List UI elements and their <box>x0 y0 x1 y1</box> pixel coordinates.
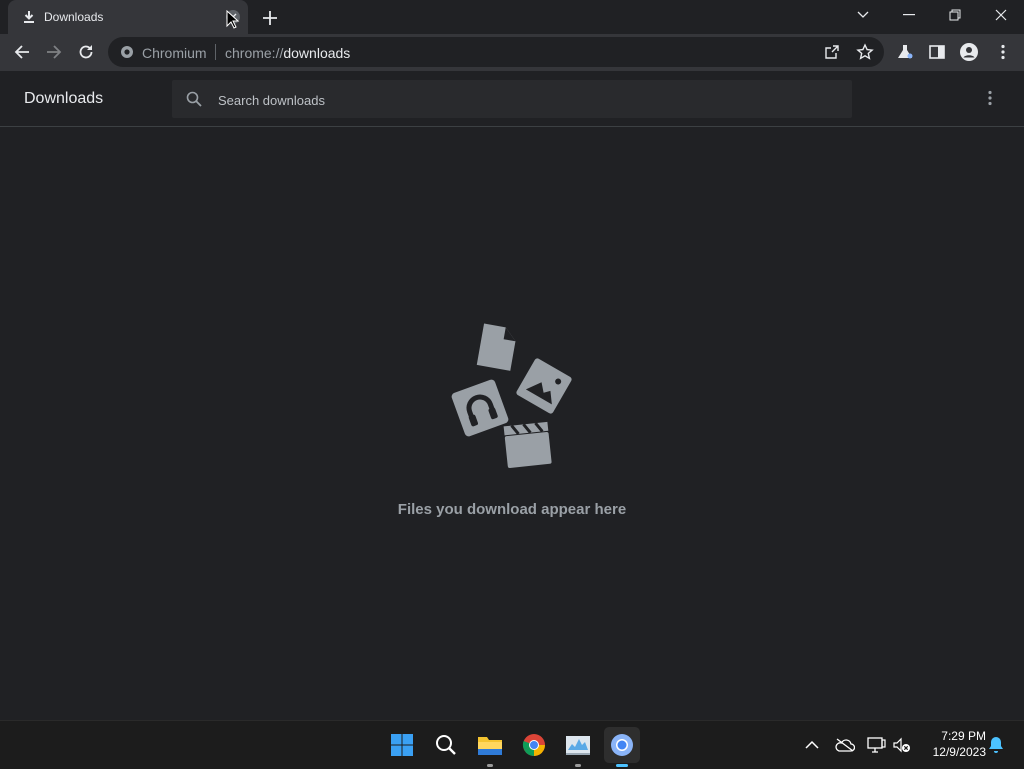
url-text[interactable]: chrome://downloads <box>225 45 350 61</box>
page-title: Downloads <box>24 90 104 107</box>
taskbar-chromium[interactable] <box>604 727 640 767</box>
url-host: downloads <box>283 45 351 61</box>
running-indicator <box>487 764 493 767</box>
empty-downloads-illustration <box>440 318 590 478</box>
side-panel-icon[interactable] <box>928 43 946 61</box>
windows-taskbar: 7:29 PM 12/9/2023 <box>0 720 1024 769</box>
search-downloads-box[interactable] <box>172 80 852 120</box>
restore-button[interactable] <box>932 0 978 30</box>
tab-downloads[interactable]: Downloads <box>8 0 248 34</box>
notification-bell-icon[interactable] <box>986 735 1006 755</box>
new-tab-button[interactable] <box>260 8 280 28</box>
clock-date: 12/9/2023 <box>932 745 986 759</box>
system-clock[interactable]: 7:29 PM 12/9/2023 <box>920 728 986 760</box>
download-icon <box>22 10 36 24</box>
start-button[interactable] <box>384 727 420 763</box>
taskbar-search-button[interactable] <box>428 727 464 763</box>
share-icon[interactable] <box>824 44 840 60</box>
address-separator <box>215 44 216 60</box>
search-icon <box>186 91 202 107</box>
address-bar[interactable]: Chromium chrome://downloads <box>108 37 884 67</box>
resource-monitor-icon <box>566 736 590 755</box>
site-name: Chromium <box>142 45 207 61</box>
video-icon <box>503 421 552 469</box>
close-window-button[interactable] <box>978 0 1024 30</box>
clock-time: 7:29 PM <box>941 729 986 743</box>
back-button[interactable] <box>8 38 36 66</box>
image-icon <box>516 358 572 414</box>
title-bar: Downloads <box>0 0 1024 34</box>
document-icon <box>476 323 516 371</box>
url-scheme: chrome:// <box>225 45 284 61</box>
minimize-button[interactable] <box>886 0 932 30</box>
search-input[interactable] <box>216 80 840 120</box>
onedrive-offline-icon[interactable] <box>835 735 855 755</box>
browser-toolbar: Chromium chrome://downloads <box>0 34 1024 71</box>
running-indicator <box>575 764 581 767</box>
chromium-icon <box>611 734 633 756</box>
volume-muted-icon[interactable] <box>892 735 912 755</box>
forward-button[interactable] <box>40 38 68 66</box>
chrome-icon <box>522 734 545 756</box>
network-icon[interactable] <box>866 735 886 755</box>
audio-icon <box>451 379 509 437</box>
mouse-cursor-icon <box>226 10 240 30</box>
folder-icon <box>478 737 502 755</box>
windows-logo-icon <box>391 734 413 756</box>
tab-title: Downloads <box>44 10 104 24</box>
extension-flask-icon[interactable] <box>896 43 914 61</box>
browser-menu-icon[interactable] <box>994 43 1012 61</box>
tray-overflow-chevron-icon[interactable] <box>802 735 822 755</box>
chromium-site-icon[interactable] <box>120 45 134 59</box>
downloads-header: Downloads <box>0 71 1024 127</box>
downloads-menu-icon[interactable] <box>980 88 1000 108</box>
taskbar-chrome[interactable] <box>516 727 552 763</box>
bookmark-star-icon[interactable] <box>856 43 874 61</box>
tab-search-button[interactable] <box>840 0 886 30</box>
taskbar-file-explorer[interactable] <box>472 727 508 767</box>
active-indicator <box>616 764 628 767</box>
search-icon <box>436 735 456 755</box>
profile-avatar-icon[interactable] <box>960 43 978 61</box>
reload-button[interactable] <box>72 38 100 66</box>
empty-state-message: Files you download appear here <box>397 501 627 518</box>
taskbar-resource-monitor[interactable] <box>560 727 596 767</box>
